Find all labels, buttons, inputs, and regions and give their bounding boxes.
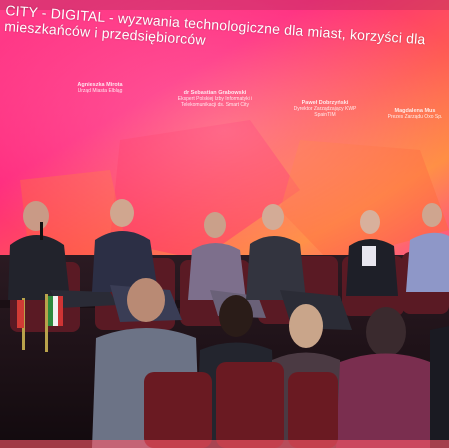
audience-chairs bbox=[144, 362, 338, 448]
speaker-caption: Magdalena Mus Prezes Zarządu Oxo Sp. bbox=[385, 108, 445, 120]
conference-photo: CITY - DIGITAL - wyzwania technologiczne… bbox=[0, 0, 449, 448]
stage-scene bbox=[0, 0, 449, 448]
speaker-caption: Paweł Dobrzyński Dyrektor Zarządzający K… bbox=[290, 100, 360, 118]
speaker-role: Urząd Miasta Elbląg bbox=[77, 88, 123, 94]
speaker-caption: dr Sebastian Grabowski Ekspert Polskiej … bbox=[170, 90, 260, 108]
bottom-glow bbox=[0, 440, 449, 448]
speaker-role: Dyrektor Zarządzający KWP SpainTIM bbox=[293, 106, 357, 118]
speaker-role: Ekspert Polskiej Izby Informatyki i Tele… bbox=[177, 96, 253, 108]
speaker-caption: Agnieszka Mirota Urząd Miasta Elbląg bbox=[70, 82, 130, 94]
speaker-role: Prezes Zarządu Oxo Sp. bbox=[387, 114, 443, 120]
